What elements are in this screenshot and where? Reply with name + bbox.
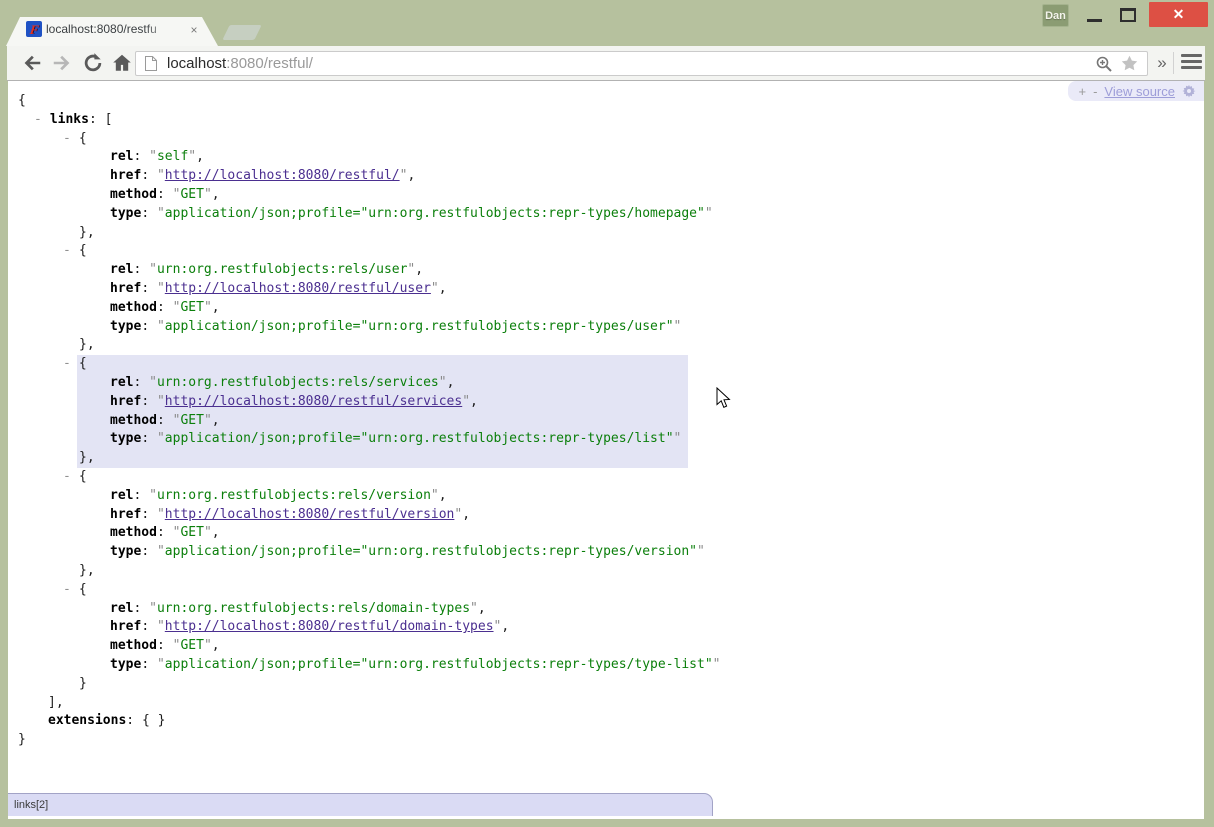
json-prop-type: type: "application/json;profile="urn:org… — [8, 656, 1204, 675]
json-object-open: -{ — [8, 130, 1204, 149]
toolbar-separator — [1173, 52, 1174, 74]
json-prop-method: method: "GET", — [8, 299, 1204, 318]
address-bar[interactable]: localhost:8080/restful/ — [135, 51, 1148, 76]
url-text: localhost:8080/restful/ — [167, 55, 313, 72]
json-prop-method: method: "GET", — [8, 186, 1204, 205]
user-profile-badge[interactable]: Dan — [1042, 4, 1069, 27]
url-host: localhost — [167, 55, 226, 72]
json-prop-type: type: "application/json;profile="urn:org… — [8, 543, 1204, 562]
minimize-icon — [1087, 19, 1102, 22]
json-href-link[interactable]: http://localhost:8080/restful/version — [165, 507, 455, 522]
json-links: -{rel: "self",href: "http://localhost:80… — [8, 130, 1204, 694]
browser-toolbar: localhost:8080/restful/ » — [7, 46, 1205, 81]
bookmark-star-icon[interactable] — [1120, 54, 1139, 73]
json-prop-type: type: "application/json;profile="urn:org… — [8, 318, 1204, 337]
json-tree: { -links: [ -{rel: "self",href: "http://… — [8, 92, 1204, 750]
collapse-toggle[interactable]: - — [63, 131, 71, 146]
back-button[interactable] — [21, 52, 43, 74]
json-object-open: -{ — [8, 242, 1204, 261]
collapse-toggle[interactable]: - — [63, 243, 71, 258]
tab-close-icon[interactable]: × — [186, 22, 202, 38]
close-icon: ✕ — [1173, 6, 1185, 23]
json-link-object: -{rel: "urn:org.restfulobjects:rels/user… — [8, 242, 1204, 355]
json-prop-href: href: "http://localhost:8080/restful/", — [8, 167, 1204, 186]
reload-button[interactable] — [82, 52, 104, 74]
json-href-link[interactable]: http://localhost:8080/restful/user — [165, 281, 431, 296]
json-object-close: }, — [8, 224, 1204, 243]
json-root-open: { — [8, 92, 1204, 111]
json-prop-rel: rel: "urn:org.restfulobjects:rels/versio… — [8, 487, 1204, 506]
json-prop-rel: rel: "urn:org.restfulobjects:rels/domain… — [8, 600, 1204, 619]
forward-button[interactable] — [51, 52, 73, 74]
json-path-status-bar: links[2] — [8, 793, 713, 816]
json-prop-method: method: "GET", — [8, 637, 1204, 656]
json-link-object: -{rel: "urn:org.restfulobjects:rels/doma… — [8, 581, 1204, 694]
json-links-array-close: ], — [8, 694, 1204, 713]
json-prop-rel: rel: "urn:org.restfulobjects:rels/user", — [8, 261, 1204, 280]
minimize-button[interactable] — [1080, 0, 1108, 27]
collapse-toggle[interactable]: - — [63, 582, 71, 597]
page-content: + - View source { -links: [ -{rel: "self… — [8, 81, 1204, 819]
json-object-close: }, — [8, 336, 1204, 355]
json-object-close: } — [8, 675, 1204, 694]
json-prop-href: href: "http://localhost:8080/restful/ser… — [8, 393, 1204, 412]
json-link-object: -{rel: "urn:org.restfulobjects:rels/vers… — [8, 468, 1204, 581]
json-prop-rel: rel: "urn:org.restfulobjects:rels/servic… — [8, 374, 1204, 393]
json-prop-method: method: "GET", — [8, 524, 1204, 543]
json-href-link[interactable]: http://localhost:8080/restful/services — [165, 394, 462, 409]
json-prop-href: href: "http://localhost:8080/restful/dom… — [8, 618, 1204, 637]
url-path: :8080/restful/ — [226, 55, 313, 72]
collapse-toggle[interactable]: - — [63, 356, 71, 371]
json-href-link[interactable]: http://localhost:8080/restful/domain-typ… — [165, 619, 494, 634]
json-links-array-open: -links: [ — [8, 111, 1204, 130]
zoom-icon[interactable] — [1095, 55, 1113, 73]
json-prop-href: href: "http://localhost:8080/restful/ver… — [8, 506, 1204, 525]
collapse-toggle[interactable]: - — [34, 112, 42, 127]
json-link-object: -{rel: "urn:org.restfulobjects:rels/serv… — [8, 355, 1204, 468]
json-href-link[interactable]: http://localhost:8080/restful/ — [165, 168, 400, 183]
collapse-toggle[interactable]: - — [63, 469, 71, 484]
maximize-button[interactable] — [1113, 0, 1141, 27]
json-object-open: -{ — [8, 468, 1204, 487]
browser-tab[interactable]: F localhost:8080/restfu × — [6, 17, 218, 46]
json-root-close: } — [8, 731, 1204, 750]
json-link-object: -{rel: "self",href: "http://localhost:80… — [8, 130, 1204, 243]
page-icon — [144, 55, 158, 72]
json-object-close: }, — [8, 562, 1204, 581]
favicon-icon: F — [26, 21, 42, 37]
json-prop-type: type: "application/json;profile="urn:org… — [8, 205, 1204, 224]
close-button[interactable]: ✕ — [1149, 2, 1208, 27]
maximize-icon — [1120, 8, 1136, 22]
home-button[interactable] — [111, 52, 133, 74]
json-prop-href: href: "http://localhost:8080/restful/use… — [8, 280, 1204, 299]
json-extensions-line: extensions: { } — [8, 712, 1204, 731]
extensions-overflow-button[interactable]: » — [1153, 51, 1171, 75]
json-prop-type: type: "application/json;profile="urn:org… — [8, 430, 1204, 449]
browser-window: { "window": { "user_badge": "Dan", "clos… — [0, 0, 1214, 827]
json-object-open: -{ — [8, 581, 1204, 600]
tab-title: localhost:8080/restfu — [46, 22, 182, 40]
json-prop-method: method: "GET", — [8, 412, 1204, 431]
json-prop-rel: rel: "self", — [8, 148, 1204, 167]
status-text: links[2] — [14, 799, 48, 811]
chrome-menu-button[interactable] — [1181, 54, 1202, 72]
new-tab-button[interactable] — [222, 25, 261, 40]
json-object-close: }, — [8, 449, 1204, 468]
json-object-open: -{ — [8, 355, 1204, 374]
